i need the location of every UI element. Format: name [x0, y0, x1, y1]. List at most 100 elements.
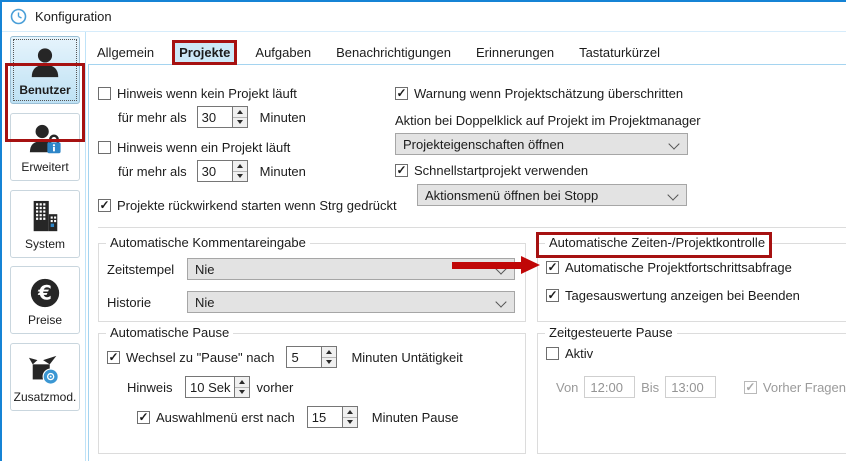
tab-underline	[88, 64, 846, 65]
titlebar-separator	[0, 31, 846, 32]
spinner-value[interactable]: 15	[308, 407, 342, 427]
minutes-spinner-no-project[interactable]: 30	[197, 106, 248, 128]
checkbox-label: Projekte rückwirkend starten wenn Strg g…	[117, 198, 397, 213]
checkbox-label: Tagesauswertung anzeigen bei Beenden	[565, 288, 800, 303]
window-title: Konfiguration	[35, 9, 112, 24]
user-icon	[28, 45, 62, 81]
doubleclick-action-label: Aktion bei Doppelklick auf Projekt im Pr…	[395, 113, 701, 128]
clock-icon	[10, 8, 27, 25]
checkbox-aktiv[interactable]	[546, 347, 559, 360]
checkbox-auswahlmenu[interactable]	[137, 411, 150, 424]
spinner-value[interactable]: 30	[198, 161, 232, 181]
quickstart-action-dropdown[interactable]: Aktionsmenü öffnen bei Stopp	[417, 184, 687, 206]
group-kommentareingabe: Automatische Kommentareingabe Zeitstempe…	[98, 243, 526, 322]
spinner-down-icon[interactable]	[233, 118, 247, 128]
checkbox-rueckwirkend[interactable]	[98, 199, 111, 212]
spinner-down-icon[interactable]	[233, 172, 247, 182]
sidebar-item-benutzer[interactable]: Benutzer	[10, 36, 80, 104]
spinner-up-icon[interactable]	[235, 377, 249, 388]
group-title: Automatische Zeiten-/Projektkontrolle	[545, 235, 769, 250]
project-actions-section: Warnung wenn Projektschätzung überschrit…	[395, 83, 735, 206]
dropdown-value: Projekteigenschaften öffnen	[403, 137, 564, 152]
checkbox-vorher-fragen	[744, 381, 757, 394]
sidebar: Benutzer Erweitert System	[2, 33, 88, 461]
spinner-down-icon[interactable]	[235, 388, 249, 398]
von-time-field: 12:00	[584, 376, 635, 398]
historie-dropdown[interactable]: Nie	[187, 291, 515, 313]
checkbox-label: Vorher Fragen	[763, 380, 846, 395]
sidebar-item-label: Benutzer	[19, 84, 70, 96]
spinner-value[interactable]: 30	[198, 107, 232, 127]
pause-minutes-spinner[interactable]: 5	[286, 346, 337, 368]
historie-label: Historie	[107, 295, 181, 310]
tab-benachrichtigungen[interactable]: Benachrichtigungen	[332, 43, 455, 62]
sidebar-item-label: Preise	[28, 314, 62, 326]
tab-aufgaben[interactable]: Aufgaben	[251, 43, 315, 62]
zeitstempel-label: Zeitstempel	[107, 262, 181, 277]
sidebar-item-zusatzmod[interactable]: Zusatzmod.	[10, 343, 80, 411]
dropdown-value: Nie	[195, 262, 215, 277]
spinner-up-icon[interactable]	[233, 161, 247, 172]
minutes-pause-label: Minuten Pause	[372, 410, 459, 425]
hint-seconds-spinner[interactable]: 10 Sek	[185, 376, 250, 398]
configuration-window: Konfiguration Benutzer Erweitert	[0, 0, 846, 461]
doubleclick-action-dropdown[interactable]: Projekteigenschaften öffnen	[395, 133, 688, 155]
user-lock-icon	[28, 122, 62, 158]
dropdown-value: Aktionsmenü öffnen bei Stopp	[425, 188, 598, 203]
group-zeitgesteuerte-pause: Zeitgesteuerte Pause Aktiv Von 12:00 Bis…	[537, 333, 846, 454]
titlebar: Konfiguration	[2, 2, 846, 31]
bis-time-field: 13:00	[665, 376, 716, 398]
spinner-down-icon[interactable]	[322, 358, 336, 368]
spinner-down-icon[interactable]	[343, 418, 357, 428]
hinweis-label: Hinweis	[127, 380, 179, 395]
tab-tastaturkuerzel[interactable]: Tastaturkürzel	[575, 43, 664, 62]
group-title: Automatische Pause	[106, 325, 233, 340]
tab-erinnerungen[interactable]: Erinnerungen	[472, 43, 558, 62]
sidebar-item-label: Zusatzmod.	[14, 391, 77, 403]
inactivity-label: Minuten Untätigkeit	[351, 350, 462, 365]
sidebar-item-system[interactable]: System	[10, 190, 80, 258]
checkbox-label: Hinweis wenn kein Projekt läuft	[117, 86, 297, 101]
building-icon	[28, 199, 62, 235]
group-projektkontrolle: Automatische Zeiten-/Projektkontrolle Au…	[537, 243, 846, 322]
spinner-value[interactable]: 5	[287, 347, 321, 367]
checkbox-label: Hinweis wenn ein Projekt läuft	[117, 140, 290, 155]
group-automatische-pause: Automatische Pause Wechsel zu "Pause" na…	[98, 333, 526, 454]
checkbox-hinweis-ein-projekt[interactable]	[98, 141, 111, 154]
spinner-value[interactable]: 10 Sek	[186, 377, 234, 397]
checkbox-schnellstartprojekt[interactable]	[395, 164, 408, 177]
addon-box-icon	[28, 352, 62, 388]
tab-bar: Allgemein Projekte Aufgaben Benachrichti…	[93, 41, 664, 64]
sidebar-item-preise[interactable]: € Preise	[10, 266, 80, 334]
spinner-up-icon[interactable]	[343, 407, 357, 418]
spinner-up-icon[interactable]	[233, 107, 247, 118]
sidebar-item-erweitert[interactable]: Erweitert	[10, 113, 80, 181]
minutes-spinner-running[interactable]: 30	[197, 160, 248, 182]
euro-icon: €	[28, 275, 62, 311]
checkbox-wechsel-pause[interactable]	[107, 351, 120, 364]
checkbox-warnung-schaetzung[interactable]	[395, 87, 408, 100]
svg-text:€: €	[37, 281, 52, 304]
vorher-label: vorher	[256, 380, 293, 395]
checkbox-tagesauswertung[interactable]	[546, 289, 559, 302]
window-border-left	[0, 0, 2, 461]
checkbox-label: Schnellstartprojekt verwenden	[414, 163, 588, 178]
spinner-up-icon[interactable]	[322, 347, 336, 358]
checkbox-hinweis-kein-projekt[interactable]	[98, 87, 111, 100]
selection-minutes-spinner[interactable]: 15	[307, 406, 358, 428]
annotation-arrow	[452, 262, 522, 269]
annotation-arrow-head	[521, 256, 540, 274]
minutes-label: Minuten	[260, 164, 306, 179]
sidebar-separator	[85, 32, 86, 461]
bis-label: Bis	[641, 380, 659, 395]
minutes-label: Minuten	[260, 110, 306, 125]
for-more-than-label: für mehr als	[118, 110, 187, 125]
tab-allgemein[interactable]: Allgemein	[93, 43, 158, 62]
checkbox-projektfortschrittsabfrage[interactable]	[546, 261, 559, 274]
sidebar-item-label: Erweitert	[21, 161, 68, 173]
von-label: Von	[556, 380, 578, 395]
tab-projekte[interactable]: Projekte	[175, 43, 234, 62]
group-title: Automatische Kommentareingabe	[106, 235, 310, 250]
sidebar-item-label: System	[25, 238, 65, 250]
for-more-than-label: für mehr als	[118, 164, 187, 179]
